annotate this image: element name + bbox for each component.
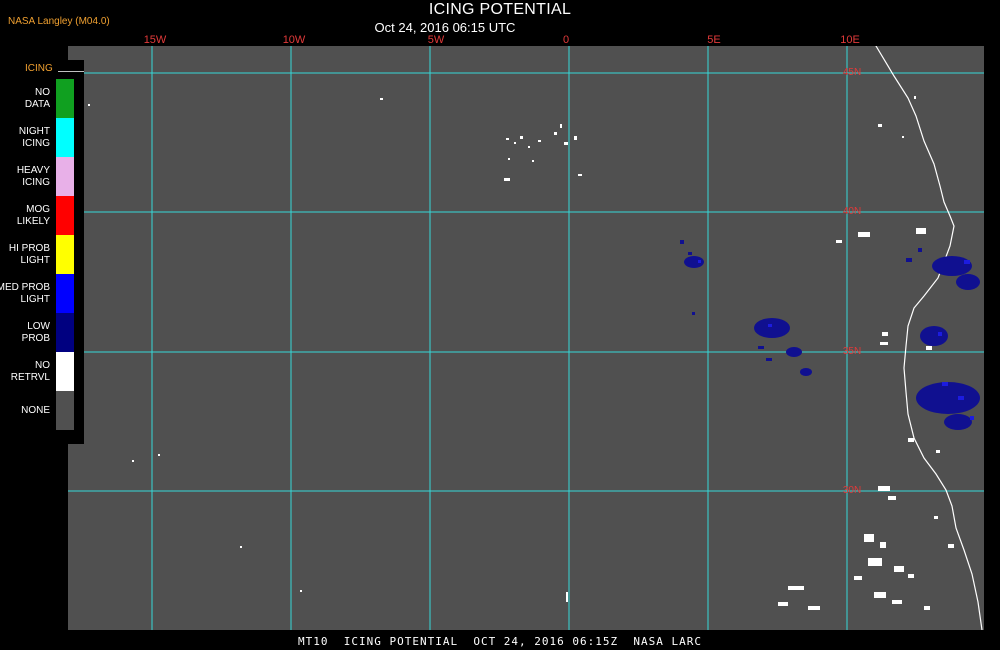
legend-swatch <box>56 118 74 157</box>
legend-item-label: HI PROB LIGHT <box>8 242 50 266</box>
legend-item: NONE <box>0 391 76 430</box>
legend-item: MED PROB LIGHT <box>0 274 76 313</box>
legend-item: NO RETRVL <box>0 352 76 391</box>
legend-item: NO DATA <box>0 79 76 118</box>
legend-item-label: NO RETRVL <box>10 359 50 383</box>
legend-item-label: NIGHT ICING <box>18 125 50 149</box>
legend-divider <box>58 71 84 72</box>
lat-label-45n: 45N <box>842 67 862 78</box>
legend-item-label: MOG LIKELY <box>16 203 50 227</box>
legend-item-label: NONE <box>21 404 50 416</box>
legend-swatch <box>56 313 74 352</box>
lon-label-15w: 15W <box>143 34 167 46</box>
legend-item: NIGHT ICING <box>0 118 76 157</box>
legend-item: MOG LIKELY <box>0 196 76 235</box>
legend-swatch <box>56 79 74 118</box>
no-retrieval-patches <box>88 96 954 610</box>
lon-label-10w: 10W <box>282 34 306 46</box>
legend-swatch <box>56 235 74 274</box>
lon-label-5w: 5W <box>427 34 445 46</box>
legend-swatch <box>56 157 74 196</box>
legend-item-label: NO DATA <box>24 86 50 110</box>
icing-map <box>68 46 984 630</box>
legend-item: HEAVY ICING <box>0 157 76 196</box>
legend-swatch <box>56 196 74 235</box>
map-timestamp: Oct 24, 2016 06:15 UTC <box>374 20 516 35</box>
legend-item: LOW PROB <box>0 313 76 352</box>
legend-swatch <box>56 274 74 313</box>
map-caption: MT10 ICING POTENTIAL OCT 24, 2016 06:15Z… <box>298 635 702 648</box>
legend-title: ICING <box>25 63 53 74</box>
low-probability-icing <box>680 240 980 430</box>
lat-label-30n: 30N <box>842 485 862 496</box>
lon-label-5e: 5E <box>707 34 721 46</box>
legend-item: HI PROB LIGHT <box>0 235 76 274</box>
map-title: ICING POTENTIAL <box>428 1 572 18</box>
lat-label-40n: 40N <box>842 206 862 217</box>
lat-label-35n: 35N <box>842 346 862 357</box>
coastline <box>875 46 983 630</box>
legend-item-label: LOW PROB <box>21 320 50 344</box>
legend-item-label: HEAVY ICING <box>16 164 50 188</box>
legend-swatch <box>56 352 74 391</box>
lat-lon-grid <box>68 46 984 630</box>
lon-label-0: 0 <box>562 34 570 46</box>
legend-item-label: MED PROB LIGHT <box>0 281 50 305</box>
legend-swatch <box>56 391 74 430</box>
lon-label-10e: 10E <box>840 34 860 46</box>
